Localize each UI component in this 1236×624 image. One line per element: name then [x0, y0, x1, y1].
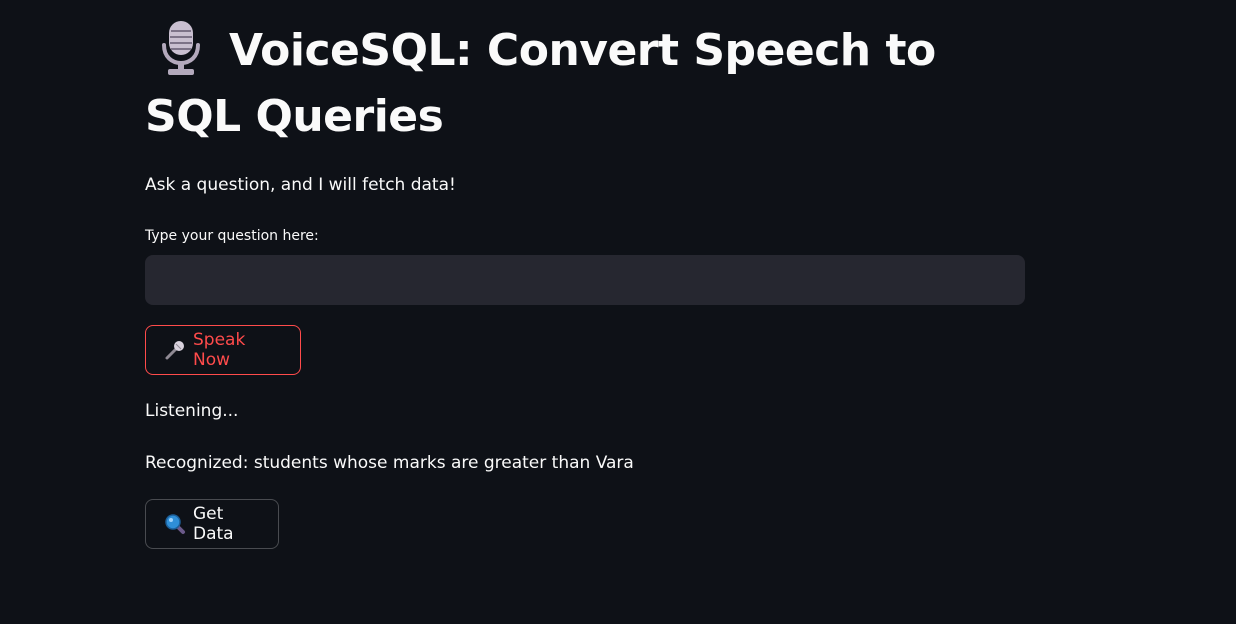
page-title-text: VoiceSQL: Convert Speech to SQL Queries — [145, 25, 936, 142]
page-title: VoiceSQL: Convert Speech to SQL Queries — [145, 18, 1025, 150]
page-subtitle: Ask a question, and I will fetch data! — [145, 175, 456, 195]
get-data-button[interactable]: Get Data — [145, 499, 279, 549]
question-input-label: Type your question here: — [145, 228, 319, 244]
app-page: VoiceSQL: Convert Speech to SQL Queries … — [0, 0, 1236, 624]
get-data-label: Get Data — [193, 504, 234, 544]
studio-microphone-icon — [159, 19, 203, 77]
magnifying-glass-icon — [164, 513, 186, 535]
recognized-text: Recognized: students whose marks are gre… — [145, 453, 634, 473]
listening-status: Listening... — [145, 401, 239, 421]
microphone-icon — [164, 339, 186, 361]
question-input[interactable] — [145, 255, 1025, 305]
speak-now-label: Speak Now — [193, 330, 246, 370]
speak-now-button[interactable]: Speak Now — [145, 325, 301, 375]
